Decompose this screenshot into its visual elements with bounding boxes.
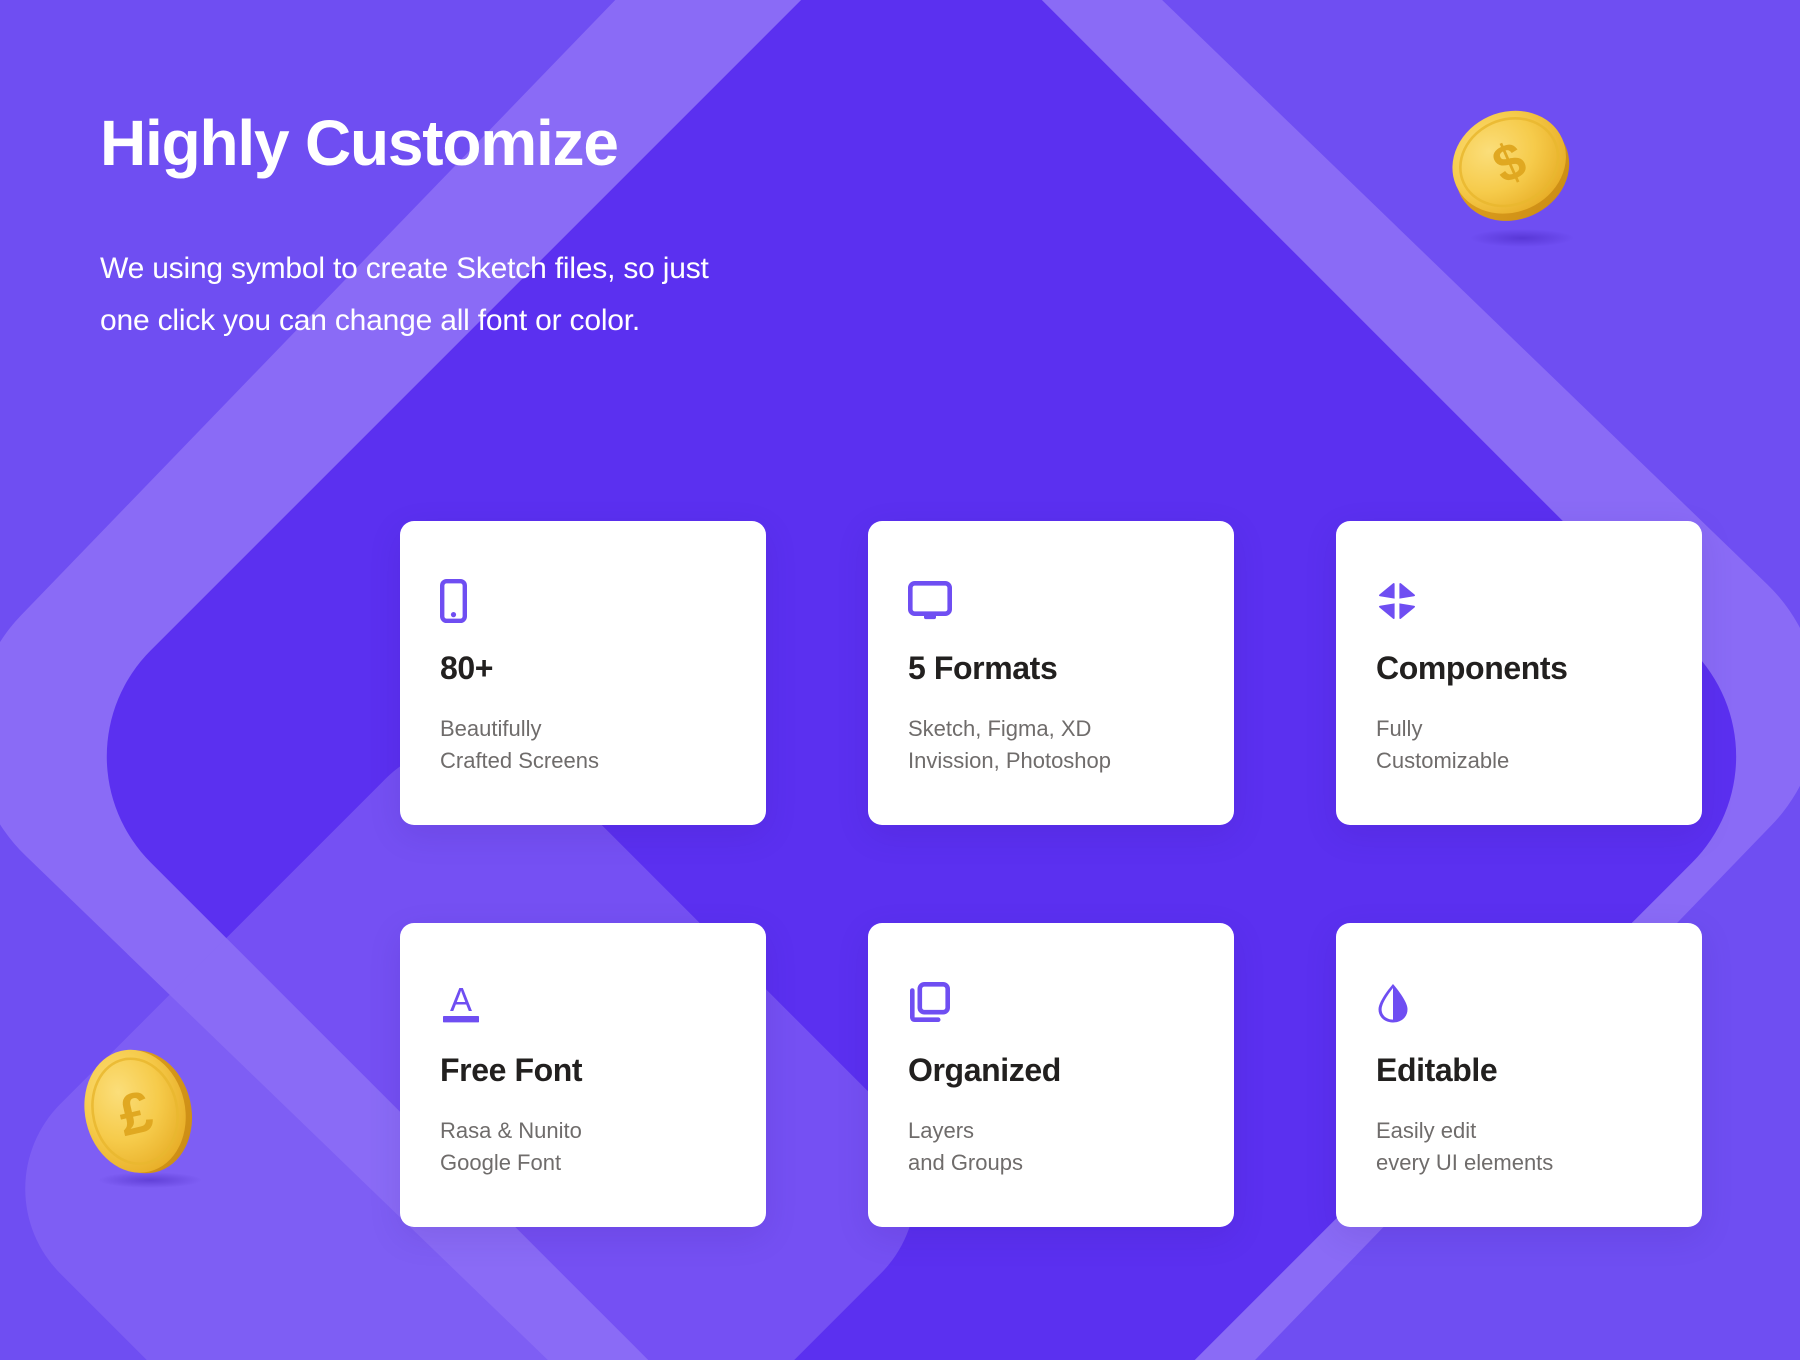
- card-desc-line-2: Customizable: [1376, 748, 1510, 774]
- card-desc-line-2: Crafted Screens: [440, 748, 599, 774]
- dollar-coin-icon: $: [1452, 110, 1574, 247]
- header-block: Highly Customize We using symbol to crea…: [100, 107, 1000, 346]
- feature-card-80plus[interactable]: 80+ Beautifully Crafted Screens: [400, 521, 766, 825]
- card-desc-line-1: Rasa & Nunito: [440, 1118, 582, 1144]
- subtitle-line-1: We using symbol to create Sketch files, …: [100, 252, 709, 286]
- card-description: Beautifully Crafted Screens: [440, 713, 766, 777]
- card-desc-line-2: Google Font: [440, 1150, 562, 1176]
- feature-card-formats[interactable]: 5 Formats Sketch, Figma, XD Invission, P…: [868, 521, 1234, 825]
- card-desc-line-1: Layers: [908, 1118, 975, 1144]
- card-title: 80+: [440, 650, 494, 686]
- card-title: 5 Formats: [908, 650, 1058, 686]
- card-title: Free Font: [440, 1052, 583, 1088]
- page-title: Highly Customize: [100, 107, 619, 179]
- card-description: Easily edit every UI elements: [1376, 1115, 1702, 1179]
- card-desc-line-1: Fully: [1376, 716, 1423, 742]
- pound-coin-icon: £: [84, 1049, 202, 1188]
- card-description: Fully Customizable: [1376, 713, 1702, 777]
- svg-text:A: A: [450, 981, 472, 1018]
- card-desc-line-1: Easily edit: [1376, 1118, 1477, 1144]
- feature-card-organized[interactable]: Organized Layers and Groups: [868, 923, 1234, 1227]
- components-petals-icon: [1376, 579, 1702, 623]
- card-description: Sketch, Figma, XD Invission, Photoshop: [908, 713, 1234, 777]
- feature-card-free-font[interactable]: A Free Font Rasa & Nunito Google Font: [400, 923, 766, 1227]
- card-description: Rasa & Nunito Google Font: [440, 1115, 766, 1179]
- card-description: Layers and Groups: [908, 1115, 1234, 1179]
- layers-copy-icon: [908, 981, 1234, 1025]
- card-title: Editable: [1376, 1052, 1498, 1088]
- card-title: Organized: [908, 1052, 1061, 1088]
- droplet-contrast-icon: [1376, 981, 1702, 1025]
- monitor-icon: [908, 579, 1234, 623]
- card-title: Components: [1376, 650, 1568, 686]
- feature-card-components[interactable]: Components Fully Customizable: [1336, 521, 1702, 825]
- feature-card-grid: 80+ Beautifully Crafted Screens 5 Format…: [400, 521, 1702, 1227]
- font-letter-a-icon: A: [440, 981, 766, 1025]
- page-subtitle: We using symbol to create Sketch files, …: [100, 243, 1000, 346]
- card-desc-line-1: Beautifully: [440, 716, 542, 742]
- card-desc-line-2: Invission, Photoshop: [908, 748, 1112, 774]
- card-desc-line-2: every UI elements: [1376, 1150, 1554, 1176]
- subtitle-line-2: one click you can change all font or col…: [100, 303, 641, 337]
- card-desc-line-1: Sketch, Figma, XD: [908, 716, 1092, 742]
- mobile-phone-icon: [440, 579, 766, 623]
- card-desc-line-2: and Groups: [908, 1150, 1023, 1176]
- feature-card-editable[interactable]: Editable Easily edit every UI elements: [1336, 923, 1702, 1227]
